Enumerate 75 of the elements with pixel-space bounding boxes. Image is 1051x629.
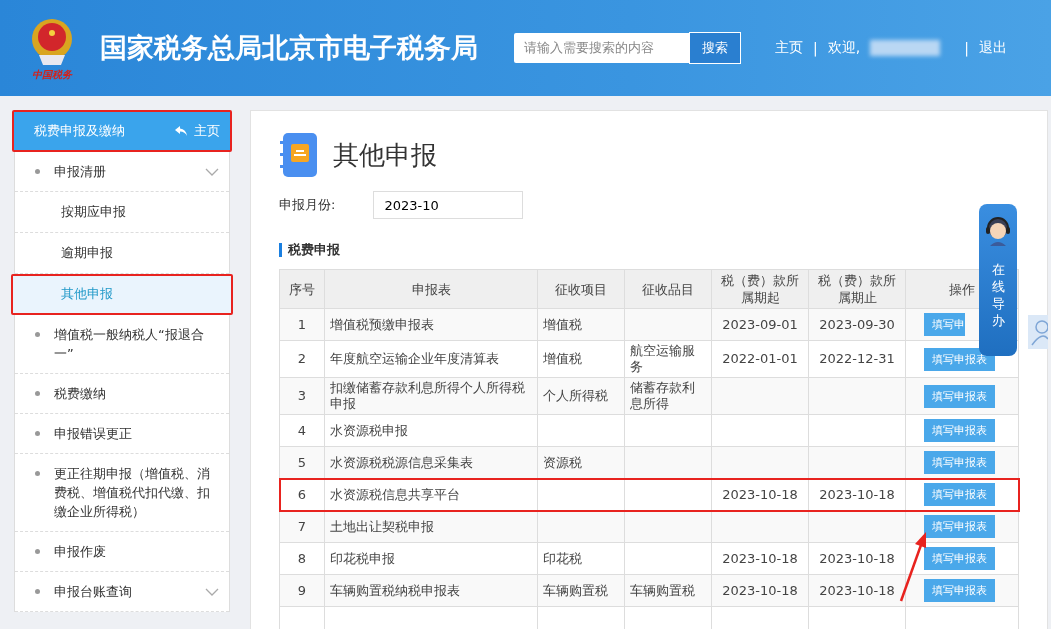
month-label: 申报月份: (279, 196, 336, 214)
table-cell: 4 (279, 414, 325, 447)
table-cell: 增值税 (537, 308, 625, 341)
search-field[interactable]: 请输入需要搜索的内容 (514, 32, 689, 63)
submenu-item[interactable]: 按期应申报 (15, 192, 229, 233)
fill-form-button[interactable]: 填写申报表 (924, 384, 995, 408)
table-cell: 印花税申报 (324, 542, 538, 575)
fill-form-button[interactable]: 填写申 (924, 313, 965, 336)
table-cell: 2022-12-31 (808, 340, 906, 378)
welcome-text: 欢迎, (827, 39, 861, 57)
table-cell: 个人所得税 (537, 377, 625, 415)
site-title: 国家税务总局北京市电子税务局 (100, 31, 479, 65)
page-title: 其他申报 (333, 138, 437, 172)
table-cell: 7 (279, 510, 325, 543)
annotation-arrow (899, 531, 929, 603)
table-cell: 2023-10-18 (711, 542, 809, 575)
fill-form-button[interactable]: 填写申报表 (924, 515, 995, 538)
menu-item[interactable]: 增值税一般纳税人“报退合一” (15, 315, 229, 374)
nav-link[interactable]: 退出 (978, 39, 1007, 57)
reply-arrow-icon (174, 125, 188, 137)
table-cell: 车辆购置税 (624, 574, 712, 607)
table-cell: 2023-10-18 (711, 574, 809, 607)
menu-item[interactable]: 更正往期申报（增值税、消费税、增值税代扣代缴、扣缴企业所得税） (15, 454, 229, 532)
menu-item[interactable]: 申报台账查询 (15, 572, 229, 612)
fill-form-button[interactable]: 填写申报表 (924, 419, 995, 442)
table-cell: 2023-10-18 (808, 542, 906, 575)
redacted-name (870, 40, 941, 56)
nav-separator: | (813, 40, 818, 56)
table-cell: 2 (279, 340, 325, 378)
fill-form-button[interactable]: 填写申报表 (924, 547, 995, 570)
table-cell: 5 (279, 446, 325, 479)
table-cell: 2022-01-01 (711, 340, 809, 378)
table-cell: 储蓄存款利息所得 (624, 377, 712, 415)
table-cell: 2023-09-30 (808, 308, 906, 341)
column-header: 序号 (279, 269, 325, 309)
table-cell: 2023-10-18 (808, 574, 906, 607)
table-cell: 3 (279, 377, 325, 415)
menu-item[interactable]: 申报错误更正 (15, 414, 229, 454)
table-cell: 1 (279, 308, 325, 341)
table-cell: 水资源税申报 (324, 414, 538, 447)
logo-caption: 中国税务 (32, 69, 72, 81)
table-cell: 印花税 (537, 542, 625, 575)
sidebar-title: 税费申报及缴纳 (34, 122, 125, 140)
table-cell: 增值税 (537, 340, 625, 378)
column-header: 税（费）款所属期止 (808, 269, 906, 309)
column-header: 申报表 (324, 269, 538, 309)
table-cell: 车辆购置税 (537, 574, 625, 607)
table-cell: 9 (279, 574, 325, 607)
search-button[interactable]: 搜索 (689, 31, 741, 64)
notebook-icon (279, 131, 319, 179)
menu-item[interactable]: 申报清册 (15, 152, 229, 192)
column-header: 税（费）款所属期起 (711, 269, 809, 309)
submenu-item[interactable]: 其他申报 (11, 274, 233, 315)
user-icon[interactable] (1028, 315, 1048, 349)
table-cell: 年度航空运输企业年度清算表 (324, 340, 538, 378)
fill-form-button[interactable]: 填写申报表 (924, 451, 995, 474)
column-header: 征收项目 (537, 269, 625, 309)
table-cell: 扣缴储蓄存款利息所得个人所得税申报 (324, 377, 538, 415)
fill-form-button[interactable]: 填写申报表 (924, 347, 995, 371)
table-cell: 航空运输服务 (624, 340, 712, 378)
table-cell: 车辆购置税纳税申报表 (324, 574, 538, 607)
nav-link[interactable]: 主页 (775, 39, 803, 57)
table-cell: 增值税预缴申报表 (324, 308, 538, 341)
nav-separator: | (964, 40, 969, 56)
headset-avatar-icon (983, 214, 1013, 246)
column-header: 征收品目 (624, 269, 712, 309)
fill-form-button[interactable]: 填写申报表 (924, 579, 995, 602)
home-link[interactable]: 主页 (174, 122, 220, 140)
table-cell: 土地出让契税申报 (324, 510, 538, 543)
month-field[interactable]: 2023-10 (373, 191, 524, 219)
fill-form-button[interactable]: 填写申报表 (924, 483, 995, 506)
table-cell: 8 (279, 542, 325, 575)
menu-item[interactable]: 申报作废 (15, 532, 229, 572)
menu-item[interactable]: 税费缴纳 (15, 374, 229, 414)
table-cell: 2023-09-01 (711, 308, 809, 341)
